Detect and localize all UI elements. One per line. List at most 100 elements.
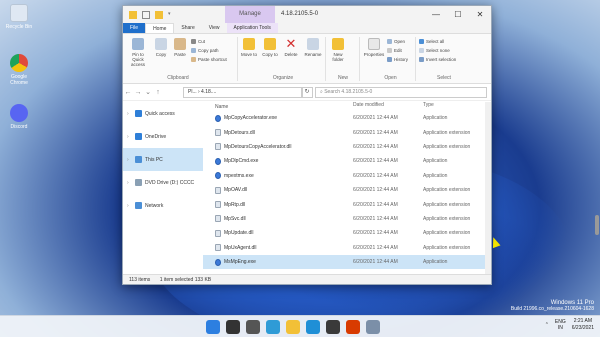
column-header-date[interactable]: Date modified [353, 102, 423, 111]
up-arrow-icon[interactable]: ↑ [153, 89, 163, 96]
history-button[interactable]: History [387, 57, 408, 62]
table-row[interactable]: mpextms.exe 6/20/2021 12:44 AM Application [203, 169, 487, 183]
pin-to-quick-access-button[interactable]: Pin to Quick access [126, 38, 150, 67]
file-date: 6/20/2021 12:44 AM [353, 143, 398, 150]
chevron-right-icon[interactable]: › [127, 180, 132, 186]
table-row[interactable]: MpDetoursCopyAccelerator.dll 6/20/2021 12… [203, 140, 487, 154]
office-icon[interactable] [346, 320, 360, 334]
tab-file[interactable]: File [123, 23, 146, 33]
tab-application-tools[interactable]: Application Tools [226, 23, 278, 33]
start-icon[interactable] [206, 320, 220, 334]
paste-shortcut-button[interactable]: Paste shortcut [191, 57, 227, 62]
clock[interactable]: 2:21 AM 6/23/2021 [572, 318, 594, 332]
mail-icon[interactable] [366, 320, 380, 334]
new-folder-button[interactable]: New folder [328, 38, 348, 62]
desktop-icon-recycle-bin[interactable]: Recycle Bin [4, 4, 34, 30]
edge-icon[interactable] [306, 320, 320, 334]
copy-to-icon [264, 38, 276, 50]
dll-file-icon [215, 143, 221, 151]
discord-icon [10, 104, 28, 122]
desktop-icon-chrome[interactable]: Google Chrome [4, 54, 34, 86]
file-explorer-icon[interactable] [286, 320, 300, 334]
application-icon [215, 114, 221, 122]
group-label-select: Select [437, 75, 451, 81]
vertical-scrollbar[interactable] [485, 102, 491, 274]
table-row[interactable]: MpUpdate.dll 6/20/2021 12:44 AM Applicatio… [203, 226, 487, 240]
application-icon [215, 157, 221, 165]
tab-share[interactable]: Share [174, 23, 201, 33]
refresh-icon[interactable]: ↻ [301, 87, 313, 98]
chevron-right-icon[interactable]: › [127, 111, 132, 117]
open-icon [387, 39, 392, 44]
select-none-button[interactable]: Select none [419, 48, 450, 53]
file-explorer-window: ▾ Manage 4.18.2105.5-0 — ☐ ✕ File Home S… [122, 5, 492, 285]
table-row[interactable]: MpOAV.dll 6/20/2021 12:44 AM Application e… [203, 183, 487, 197]
minimize-button[interactable]: — [425, 6, 447, 23]
store-icon[interactable] [326, 320, 340, 334]
open-button[interactable]: Open [387, 39, 405, 44]
dvd-icon [135, 179, 142, 186]
table-row[interactable]: MpCopyAccelerator.exe 6/20/2021 12:44 AM A… [203, 111, 487, 125]
table-row[interactable]: MpDetours.dll 6/20/2021 12:44 AM Applicati… [203, 125, 487, 139]
table-row[interactable]: MpRtp.dll 6/20/2021 12:44 AM Application e… [203, 197, 487, 211]
paste-button[interactable]: Paste [172, 38, 188, 57]
back-arrow-icon[interactable]: ← [123, 89, 133, 96]
tab-home[interactable]: Home [145, 23, 175, 33]
nav-item-network[interactable]: › Network [123, 194, 203, 217]
nav-item-cloud[interactable]: › OneDrive [123, 125, 203, 148]
chevron-down-icon[interactable]: ▾ [168, 11, 176, 19]
table-row[interactable]: MpSvc.dll 6/20/2021 12:44 AM Application e… [203, 212, 487, 226]
column-header-name[interactable]: Name [203, 102, 353, 111]
file-date: 6/20/2021 12:44 AM [353, 172, 398, 179]
properties-button[interactable]: Properties [362, 38, 386, 57]
select-all-button[interactable]: Select all [419, 39, 444, 44]
table-row[interactable]: MpDlpCmd.exe 6/20/2021 12:44 AM Applicatio… [203, 154, 487, 168]
move-to-button[interactable]: Move to [240, 38, 258, 57]
lang-indicator[interactable]: ENG IN [555, 319, 566, 331]
nav-item-computer[interactable]: › This PC [123, 148, 203, 171]
table-row[interactable]: MsMpEng.exe 6/20/2021 12:44 AM Application [203, 254, 487, 270]
maximize-button[interactable]: ☐ [447, 6, 469, 23]
recent-locations-icon[interactable]: ⌄ [143, 88, 153, 96]
task-view-icon[interactable] [246, 320, 260, 334]
checkbox-icon[interactable] [142, 10, 150, 19]
copy-button[interactable]: Copy [153, 38, 169, 57]
rename-button[interactable]: Rename [303, 38, 323, 57]
file-date: 6/20/2021 12:44 AM [353, 230, 398, 237]
recycle-bin-icon [10, 4, 28, 22]
scrollbar-thumb[interactable] [595, 215, 599, 235]
chrome-icon [10, 54, 28, 72]
nav-item-star[interactable]: › Quick access [123, 102, 203, 125]
cut-button[interactable]: Cut [191, 39, 205, 44]
invert-selection-button[interactable]: Invert selection [419, 57, 456, 62]
forward-arrow-icon[interactable]: → [133, 89, 143, 96]
widgets-icon[interactable] [266, 320, 280, 334]
quick-access-toolbar-folder-icon[interactable] [155, 10, 163, 19]
delete-button[interactable]: ✕ Delete [282, 37, 300, 57]
search-icon[interactable] [226, 320, 240, 334]
nav-item-label: DVD Drive (D:) CCCC [145, 179, 195, 186]
nav-item-dvd[interactable]: › DVD Drive (D:) CCCC [123, 171, 203, 194]
invert-selection-icon [419, 57, 424, 62]
search-input[interactable]: ⌕ Search 4.18.2105.5-0 [315, 87, 487, 98]
star-icon [135, 110, 142, 117]
edit-button[interactable]: Edit [387, 48, 402, 53]
chevron-right-icon[interactable]: › [127, 157, 132, 163]
select-all-icon [419, 39, 424, 44]
chevron-right-icon[interactable]: › [127, 134, 132, 140]
manage-context-tab[interactable]: Manage [225, 6, 275, 23]
open-label: Open [394, 39, 406, 44]
rename-label: Rename [304, 52, 322, 57]
desktop-icon-discord[interactable]: Discord [4, 104, 34, 130]
table-row[interactable]: MpUxAgent.dll 6/20/2021 12:44 AM Applicati… [203, 241, 487, 255]
copy-to-button[interactable]: Copy to [261, 38, 279, 57]
scissors-icon [191, 39, 196, 44]
close-button[interactable]: ✕ [469, 6, 491, 23]
column-header-type[interactable]: Type [423, 102, 487, 111]
chevron-right-icon[interactable]: › [127, 203, 132, 209]
address-bar[interactable]: Pl... › 4.18.... [183, 87, 303, 98]
tab-view[interactable]: View [202, 23, 227, 33]
edit-icon [387, 48, 392, 53]
copy-path-button[interactable]: Copy path [191, 48, 219, 53]
chevron-up-icon[interactable]: ⌃ [545, 322, 549, 328]
